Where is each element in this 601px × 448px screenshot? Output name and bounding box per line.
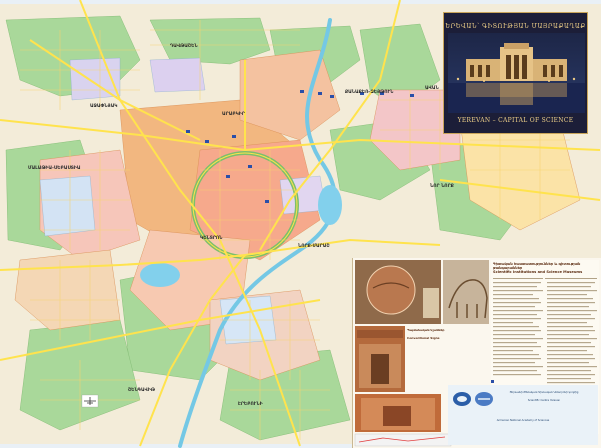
panel-heading-english: Scientific Institutions and Science Muse… <box>493 270 583 274</box>
district-label: ՔԱՆԱՔԵՌ-ԶԵՅԹՈՒՆ <box>345 90 394 95</box>
footer-line-2: Scientific Centre Yerevan <box>527 399 561 402</box>
legend-title-armenian: Պայմանական նշաններ <box>407 328 445 332</box>
airport-icon <box>81 394 99 408</box>
footer-credits: Յերևանի Թեմական Գիտական Կենտրոնի կողմից … <box>448 385 598 445</box>
district-label: ԷՐԵԲՈՒՆԻ <box>238 402 263 407</box>
district-label: ՆՈՐՔ-ՄԱՐԱՇ <box>298 244 330 249</box>
district-label: ԱՋԱՓՆՅԱԿ <box>90 104 118 109</box>
lake <box>140 263 180 287</box>
legend-title-english: Conventional Signs <box>407 336 440 340</box>
hero-image: ԵՐԵՎԱՆ՝ ԳԻՏՈՒԹՅԱՆ ՄԱՅՐԱՔԱՂԱՔ YEREVAN – C… <box>443 12 588 134</box>
lake <box>318 185 342 225</box>
district-label: ԱՎԱՆ <box>425 86 439 91</box>
panel-heading-armenian: Գիտական հաստատություններ և գիտության թան… <box>493 262 581 270</box>
hero-subtitle: YEREVAN – CAPITAL OF SCIENCE <box>457 117 574 124</box>
info-panel: Գիտական հաստատություններ և գիտության թան… <box>352 258 601 448</box>
district-label: ԿԵՆՏՐՈՆ <box>200 236 223 241</box>
footer-line-1: Յերևանի Թեմական Գիտական Կենտրոնի կողմից <box>509 391 579 394</box>
district-label: ՆՈՐ ՆՈՐՔ <box>430 184 454 189</box>
academy-building-illustration <box>448 33 585 113</box>
district-label: ՄԱԼԱԹԻԱ-ՍԵԲԱՍՏԻԱ <box>28 166 81 171</box>
district-label: ՇԵՆԳԱՎԻԹ <box>128 388 155 393</box>
society-logo-icon <box>475 392 493 406</box>
footer-line-3: Armenian National Academy of Sciences <box>496 419 550 422</box>
academy-logo-icon <box>453 392 471 406</box>
district-label: ԱՐԱԲԿԻՐ <box>222 112 245 117</box>
map-stage: ԴԱՎԹԱՇԵՆ ԱՋԱՓՆՅԱԿ ՔԱՆԱՔԵՌ-ԶԵՅԹՈՒՆ ԱՎԱՆ Ն… <box>0 0 601 448</box>
district-label: ԴԱՎԹԱՇԵՆ <box>170 44 198 49</box>
